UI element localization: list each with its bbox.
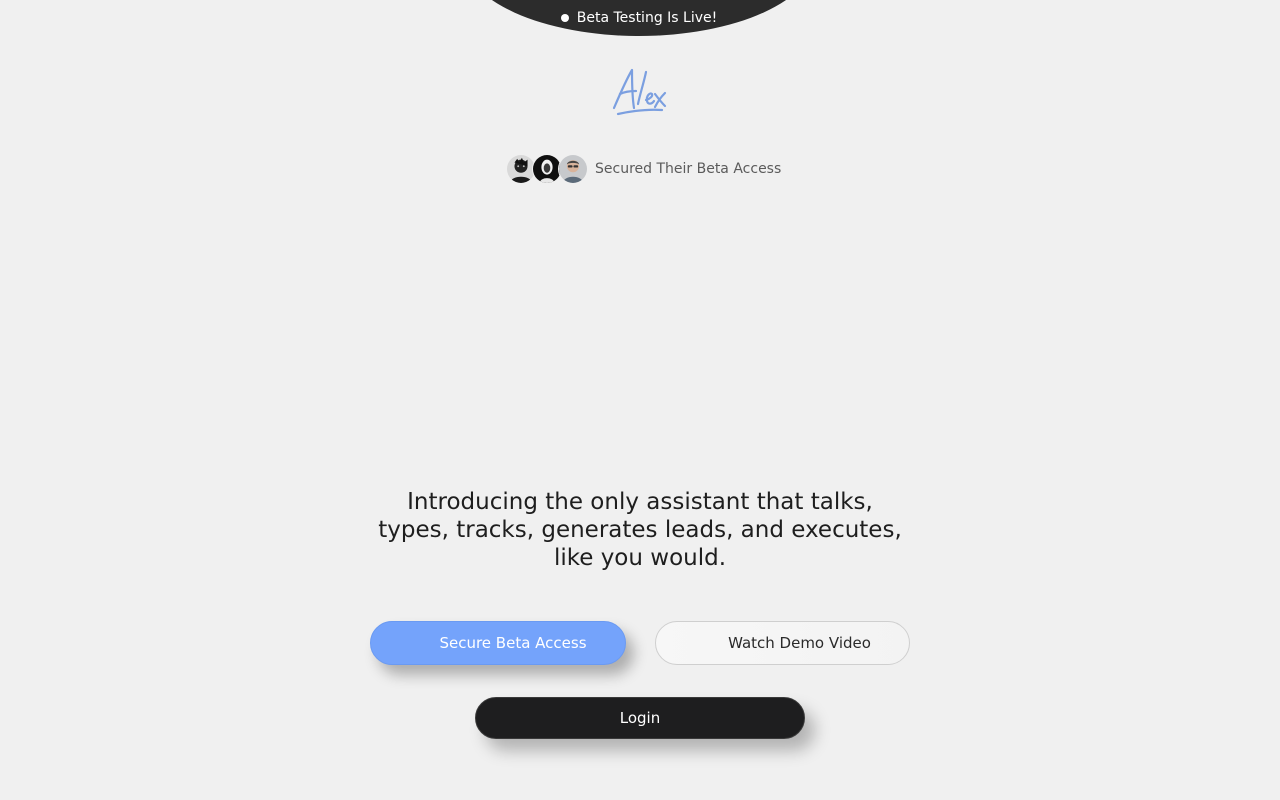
beta-banner-text: Beta Testing Is Live! — [576, 10, 718, 26]
secure-beta-access-button[interactable]: Secure Beta Access — [370, 621, 626, 665]
hero-headline: Introducing the only assistant that talk… — [378, 489, 902, 571]
avatar — [558, 154, 588, 184]
watch-demo-video-label: Watch Demo Video — [728, 634, 871, 652]
alex-logo[interactable]: Alex — [608, 64, 672, 120]
user-avatar-icon — [559, 155, 587, 183]
social-proof: Secured Their Beta Access — [506, 153, 781, 185]
status-dot-icon — [560, 14, 569, 22]
landing-page: Beta Testing Is Live! Alex — [0, 0, 1280, 800]
avatar-group — [506, 154, 588, 184]
alex-logo-icon — [612, 68, 667, 116]
user-avatar-icon — [533, 155, 561, 183]
login-button[interactable]: Login — [475, 697, 805, 739]
alex-logo-text: Alex — [608, 120, 609, 121]
login-label: Login — [619, 709, 661, 727]
user-avatar-icon — [507, 155, 535, 183]
social-proof-label: Secured Their Beta Access — [595, 161, 782, 177]
watch-demo-video-button[interactable]: Watch Demo Video — [655, 621, 910, 665]
beta-banner: Beta Testing Is Live! — [463, 0, 815, 36]
secure-beta-access-label: Secure Beta Access — [439, 634, 587, 652]
